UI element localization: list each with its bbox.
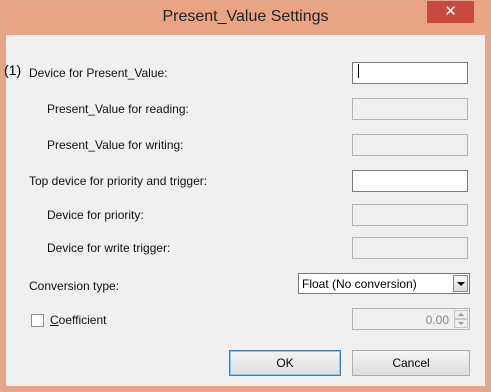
text-caret — [358, 64, 359, 78]
coefficient-checkbox[interactable] — [31, 314, 44, 327]
dialog-title: Present_Value Settings — [162, 8, 329, 25]
conversion-type-label: Conversion type: — [29, 279, 120, 293]
step-marker: (1) — [4, 62, 22, 78]
device-present-value-label: Device for Present_Value: — [29, 66, 168, 80]
write-trigger-label: Device for write trigger: — [47, 241, 171, 255]
ok-button[interactable]: OK — [229, 350, 341, 376]
title-bar[interactable]: Present_Value Settings ✕ — [1, 1, 490, 35]
pv-writing-input — [352, 134, 468, 156]
coefficient-label-rest: oefficient — [58, 313, 107, 327]
dropdown-button[interactable] — [453, 275, 468, 292]
close-button[interactable]: ✕ — [427, 1, 474, 23]
chevron-down-icon — [457, 282, 465, 286]
pv-writing-label: Present_Value for writing: — [47, 138, 184, 152]
coefficient-value: 0.00 — [425, 313, 449, 327]
coefficient-label[interactable]: Coefficient — [50, 313, 106, 327]
conversion-type-value: Float (No conversion) — [302, 277, 417, 291]
coefficient-label-accel: C — [50, 313, 59, 327]
spin-down-button — [454, 319, 468, 328]
pv-reading-label: Present_Value for reading: — [47, 102, 189, 116]
dialog-window: Present_Value Settings ✕ — [0, 0, 491, 392]
top-device-label: Top device for priority and trigger: — [29, 174, 208, 188]
spin-down-icon — [458, 322, 464, 325]
write-trigger-input — [352, 237, 468, 259]
coefficient-spinner: 0.00 — [352, 308, 470, 330]
pv-reading-input — [352, 98, 468, 120]
priority-device-label: Device for priority: — [47, 208, 144, 222]
device-present-value-input[interactable] — [352, 62, 468, 84]
conversion-type-select[interactable]: Float (No conversion) — [298, 273, 470, 294]
top-device-input[interactable] — [352, 170, 468, 192]
priority-device-input — [352, 204, 468, 226]
close-icon: ✕ — [444, 3, 457, 20]
spin-up-icon — [458, 313, 464, 316]
spin-up-button — [454, 310, 468, 319]
cancel-button[interactable]: Cancel — [352, 350, 470, 376]
